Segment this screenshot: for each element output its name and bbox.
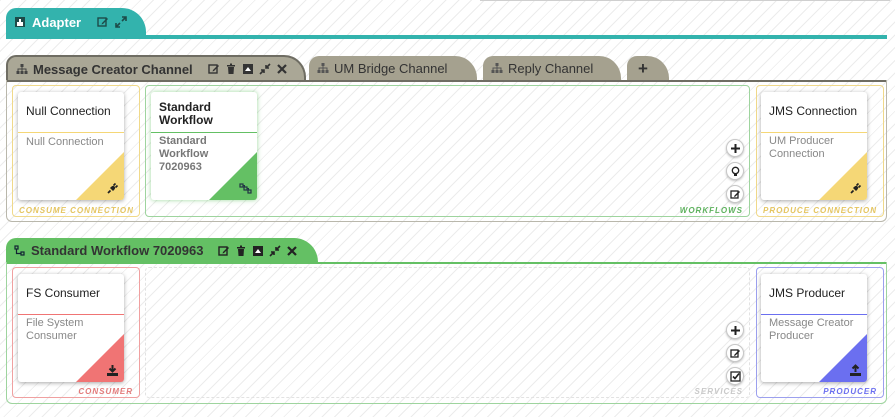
card-divider — [761, 132, 867, 133]
section-label: PRODUCE CONNECTION — [762, 206, 877, 215]
edit-workflows-button[interactable] — [726, 185, 744, 203]
validate-services-button[interactable] — [726, 367, 744, 385]
card-title: JMS Connection — [769, 104, 858, 118]
card-subtitle-line: Connection — [769, 148, 825, 161]
card-subtitle-line: 7020963 — [159, 161, 202, 174]
card-subtitle: File System Consumer — [26, 317, 83, 343]
close-icon[interactable] — [286, 245, 298, 257]
card-subtitle: UM Producer Connection — [769, 135, 834, 161]
lightbulb-icon — [730, 166, 741, 177]
upload-icon — [849, 364, 862, 377]
section-label: SERVICES — [694, 387, 743, 396]
card-divider — [151, 132, 257, 133]
fs-consumer-card[interactable]: FS Consumer File System Consumer — [18, 274, 124, 382]
tab-message-creator-channel[interactable]: Message Creator Channel — [6, 55, 306, 81]
add-service-button[interactable] — [726, 321, 744, 339]
adapter-tab[interactable]: Adapter — [6, 8, 146, 36]
standard-workflow-card[interactable]: Standard Workflow Standard Workflow 7020963 — [151, 92, 257, 200]
card-divider — [18, 132, 124, 133]
card-title: JMS Producer — [769, 286, 846, 300]
jms-producer-card[interactable]: JMS Producer Message Creator Producer — [761, 274, 867, 382]
plus-icon — [730, 143, 741, 154]
add-channel-button[interactable]: + — [627, 56, 669, 80]
tab-um-bridge-channel[interactable]: UM Bridge Channel — [309, 56, 477, 80]
channel-icon — [491, 62, 503, 74]
expand-icon[interactable] — [115, 16, 127, 28]
edit-icon — [729, 189, 741, 200]
top-divider — [480, 0, 890, 1]
edit-icon — [729, 348, 741, 359]
card-subtitle-line: Workflow — [159, 148, 209, 161]
plug-icon — [106, 182, 119, 195]
plus-icon — [730, 325, 741, 336]
move-up-icon[interactable] — [252, 245, 264, 257]
card-title: Null Connection — [26, 104, 111, 118]
move-up-icon[interactable] — [242, 63, 254, 75]
card-subtitle-line: Message Creator — [769, 317, 854, 329]
tab-reply-channel[interactable]: Reply Channel — [483, 56, 621, 80]
card-divider — [18, 314, 124, 315]
section-label: CONSUMER — [78, 387, 133, 396]
card-subtitle: Message Creator Producer — [769, 317, 853, 343]
plug-icon — [849, 182, 862, 195]
workflow-tab[interactable]: Standard Workflow 7020963 — [6, 238, 318, 263]
workflow-tab-label: Standard Workflow 7020963 — [31, 243, 204, 258]
section-label: PRODUCER — [823, 387, 877, 396]
card-subtitle-line: File System — [26, 317, 84, 329]
channel-tab-label: Reply Channel — [508, 60, 594, 76]
section-label: CONSUME CONNECTION — [19, 206, 134, 215]
edit-icon[interactable] — [97, 16, 109, 28]
services-section: SERVICES — [145, 267, 750, 398]
adapter-bar — [6, 35, 887, 39]
channel-icon — [317, 62, 329, 74]
card-title-line: Workflow — [159, 112, 213, 127]
card-subtitle-line: Standard — [159, 135, 207, 147]
section-label: WORKFLOWS — [679, 206, 743, 215]
channel-tab-label: UM Bridge Channel — [334, 60, 448, 76]
jms-connection-card[interactable]: JMS Connection UM Producer Connection — [761, 92, 867, 200]
card-subtitle: Standard Workflow 7020963 — [159, 135, 208, 175]
adapter-icon — [14, 16, 26, 28]
card-divider — [761, 314, 867, 315]
collapse-icon[interactable] — [259, 63, 271, 75]
card-title: FS Consumer — [26, 286, 101, 300]
card-subtitle-line: Producer — [769, 330, 814, 343]
edit-services-button[interactable] — [726, 344, 744, 362]
plus-icon: + — [638, 58, 648, 78]
card-subtitle-line: Consumer — [26, 330, 77, 343]
collapse-icon[interactable] — [269, 244, 282, 257]
workflow-icon — [239, 182, 252, 195]
card-title: Standard Workflow — [159, 101, 213, 126]
adapter-title: Adapter — [32, 14, 82, 30]
edit-icon[interactable] — [218, 245, 230, 257]
workflow-icon — [14, 244, 26, 257]
card-subtitle-line: UM Producer — [769, 135, 834, 147]
delete-icon[interactable] — [225, 63, 237, 75]
hint-button[interactable] — [726, 162, 744, 180]
channel-icon — [16, 63, 28, 75]
close-icon[interactable] — [276, 63, 288, 75]
null-connection-card[interactable]: Null Connection Null Connection — [18, 92, 124, 200]
add-workflow-button[interactable] — [726, 139, 744, 157]
download-icon — [106, 364, 119, 377]
edit-icon[interactable] — [207, 63, 220, 75]
card-subtitle: Null Connection — [26, 136, 104, 148]
channel-tab-label: Message Creator Channel — [33, 61, 193, 77]
check-icon — [729, 370, 741, 382]
delete-icon[interactable] — [235, 245, 247, 257]
